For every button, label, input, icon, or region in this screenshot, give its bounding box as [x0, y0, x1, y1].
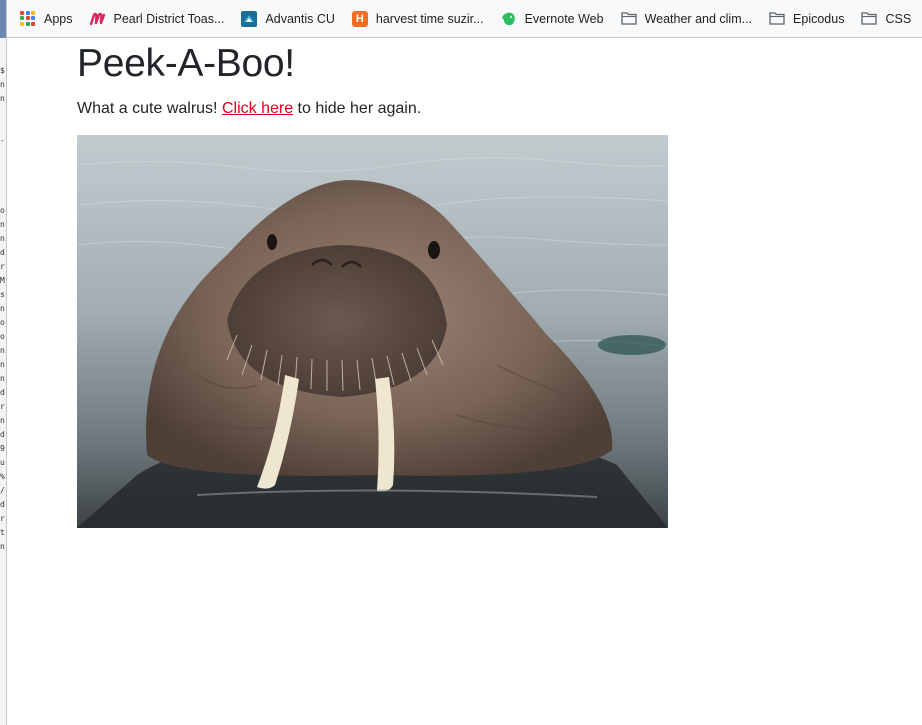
adjacent-window-glyph: n [0, 360, 5, 369]
apps-grid-icon [20, 10, 36, 27]
adjacent-window-glyph: s [0, 290, 5, 299]
bookmark-label: Apps [44, 11, 73, 26]
adjacent-window-glyph: $ [0, 66, 5, 75]
folder-icon [861, 11, 878, 27]
adjacent-window-glyph: d [0, 388, 5, 397]
walrus-photo [77, 135, 668, 528]
adjacent-window-glyph: r [0, 402, 5, 411]
bookmark-label: harvest time suzir... [375, 11, 484, 26]
adjacent-window-glyph: d [0, 248, 5, 257]
folder-icon [620, 11, 637, 27]
adjacent-window-glyph: n [0, 80, 5, 89]
adjacent-window-glyph: n [0, 416, 5, 425]
adjacent-window-glyph: n [0, 234, 5, 243]
adjacent-window-glyph: % [0, 472, 5, 481]
bookmark-apps[interactable]: Apps [20, 10, 73, 27]
bookmark-label: Epicodus [793, 11, 845, 26]
adjacent-window-glyph: M [0, 276, 5, 285]
bookmark-label: Advantis CU [265, 11, 335, 26]
adjacent-window-glyph: o [0, 318, 5, 327]
bookmark-pearl-district[interactable]: Pearl District Toas... [89, 11, 225, 27]
adjacent-window-glyph: n [0, 542, 5, 551]
walrus-caption: What a cute walrus! Click here to hide h… [77, 98, 421, 120]
page-content: Peek-A-Boo! What a cute walrus! Click he… [77, 40, 421, 120]
bookmark-label: Weather and clim... [644, 11, 753, 26]
evernote-elephant-icon [501, 11, 517, 27]
bookmark-label: CSS [885, 11, 912, 26]
hide-walrus-link[interactable]: Click here [222, 100, 293, 117]
bookmark-advantis-cu[interactable]: Advantis CU [241, 10, 335, 27]
adjacent-window-titlebar [0, 0, 6, 38]
adjacent-window-glyph: - [0, 136, 5, 145]
adjacent-window-glyph: u [0, 458, 5, 467]
bookmarks-bar: Apps Pearl District Toas... Advantis CU … [7, 0, 922, 38]
adjacent-window-glyph: / [0, 486, 5, 495]
adjacent-window-glyph: 9 [0, 444, 5, 453]
caption-text-after: to hide her again. [293, 100, 422, 117]
page-title: Peek-A-Boo! [77, 42, 295, 85]
pearl-district-logo-icon [89, 11, 106, 27]
bookmark-label: Pearl District Toas... [113, 11, 225, 26]
adjacent-window-glyph: d [0, 430, 5, 439]
bookmark-harvest[interactable]: H harvest time suzir... [351, 10, 484, 27]
adjacent-window-glyph: n [0, 304, 5, 313]
harvest-h-logo-icon: H [351, 10, 368, 27]
adjacent-window-glyph: r [0, 514, 5, 523]
adjacent-window-glyph: t [0, 528, 5, 537]
adjacent-window-glyph: n [0, 346, 5, 355]
bookmark-label: Evernote Web [524, 11, 604, 26]
adjacent-window-glyph: o [0, 206, 5, 215]
adjacent-window-glyph: d [0, 500, 5, 509]
advantis-cu-logo-icon [241, 10, 258, 27]
bookmark-folder-epicodus[interactable]: Epicodus [769, 11, 844, 27]
caption-text-before: What a cute walrus! [77, 100, 222, 117]
adjacent-window-glyph: r [0, 262, 5, 271]
adjacent-window-strip: $ n n - o n n d r Ms n o o n n n d r n d 9 u% / d r t n [0, 0, 7, 725]
adjacent-window-glyph: n [0, 220, 5, 229]
bookmark-folder-css[interactable]: CSS [861, 11, 911, 27]
folder-icon [769, 11, 785, 27]
adjacent-window-glyph: n [0, 374, 5, 383]
bookmark-folder-weather[interactable]: Weather and clim... [620, 11, 753, 27]
bookmark-evernote[interactable]: Evernote Web [501, 11, 604, 27]
adjacent-window-glyph: o [0, 332, 5, 341]
adjacent-window-glyph: n [0, 94, 5, 103]
